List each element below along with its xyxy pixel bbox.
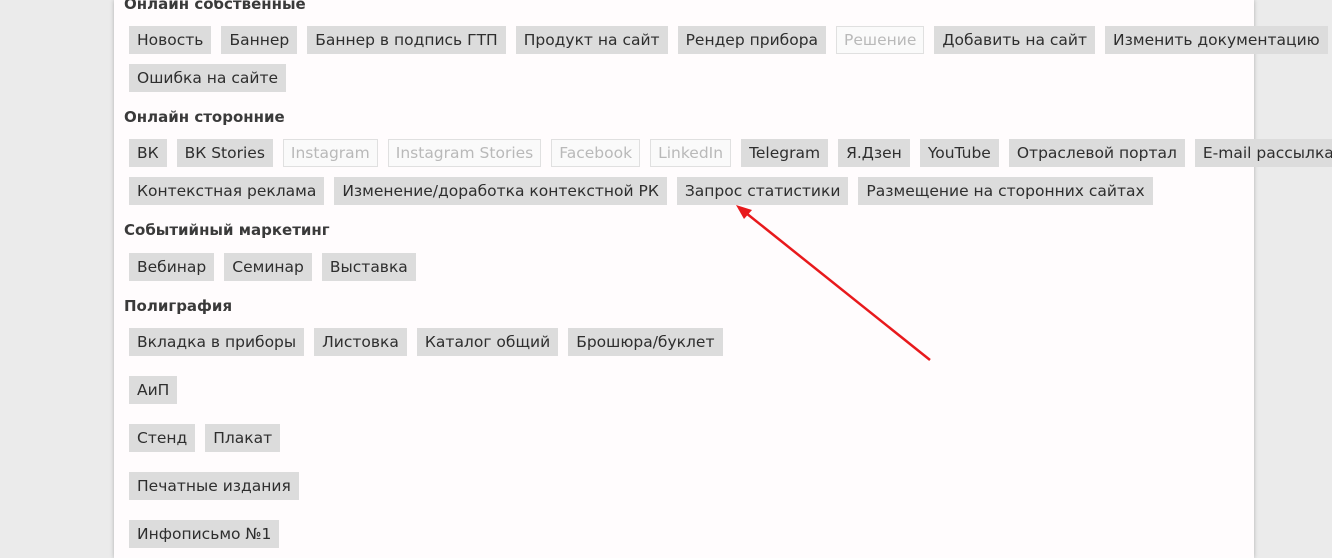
section-title-online-external: Онлайн сторонние: [124, 108, 285, 126]
tag-instagram[interactable]: Instagram: [282, 139, 378, 167]
tag-stats-request[interactable]: Запрос статистики: [676, 177, 849, 205]
tag-row: Вебинар Семинар Выставка: [129, 253, 426, 281]
tag-email[interactable]: E-mail рассылка: [1194, 139, 1332, 167]
tag-row: ВК ВК Stories Instagram Instagram Stories Fa…: [129, 139, 1332, 167]
section-title-event-marketing: Событийный маркетинг: [124, 221, 330, 239]
tag-aip[interactable]: АиП: [129, 376, 178, 404]
tag-row: АиП: [129, 376, 187, 404]
tag-row: Инфописьмо №1: [129, 520, 289, 548]
tag-facebook[interactable]: Facebook: [551, 139, 641, 167]
tag-row: Стенд Плакат: [129, 424, 290, 452]
tag-catalog[interactable]: Каталог общий: [416, 328, 559, 356]
tag-product-site[interactable]: Продукт на сайт: [515, 26, 668, 54]
tag-instagram-stories[interactable]: Instagram Stories: [387, 139, 542, 167]
tag-telegram[interactable]: Telegram: [741, 139, 829, 167]
tag-industry-portal[interactable]: Отраслевой портал: [1008, 139, 1185, 167]
tag-webinar[interactable]: Вебинар: [129, 253, 215, 281]
tag-print-editions[interactable]: Печатные издания: [129, 472, 299, 500]
tag-row: Вкладка в приборы Листовка Каталог общий Бр…: [129, 328, 733, 356]
tag-add-site[interactable]: Добавить на сайт: [934, 26, 1096, 54]
tag-vk-stories[interactable]: ВК Stories: [176, 139, 273, 167]
tag-exhibition[interactable]: Выставка: [321, 253, 416, 281]
tag-external-sites[interactable]: Размещение на сторонних сайтах: [858, 177, 1153, 205]
tag-row: Печатные издания: [129, 472, 309, 500]
tag-reshenie[interactable]: Решение: [836, 26, 925, 54]
tag-context-edit[interactable]: Изменение/доработка контекстной РК: [334, 177, 667, 205]
tag-insert[interactable]: Вкладка в приборы: [129, 328, 305, 356]
tag-stand[interactable]: Стенд: [129, 424, 196, 452]
tag-edit-docs[interactable]: Изменить документацию: [1105, 26, 1328, 54]
tag-poster[interactable]: Плакат: [205, 424, 281, 452]
section-title-printing: Полиграфия: [124, 297, 233, 315]
tag-row: Контекстная реклама Изменение/доработка к…: [129, 177, 1163, 205]
tag-site-error[interactable]: Ошибка на сайте: [129, 64, 287, 92]
tag-row: Новость Баннер Баннер в подпись ГТП Продукт…: [129, 26, 1332, 54]
tag-banner[interactable]: Баннер: [221, 26, 298, 54]
tag-vk[interactable]: ВК: [129, 139, 167, 167]
tag-infoletter[interactable]: Инфописьмо №1: [129, 520, 280, 548]
tag-leaflet[interactable]: Листовка: [314, 328, 407, 356]
tag-row: Ошибка на сайте: [129, 64, 296, 92]
tag-render[interactable]: Рендер прибора: [677, 26, 827, 54]
tag-novost[interactable]: Новость: [129, 26, 212, 54]
tag-linkedin[interactable]: LinkedIn: [650, 139, 732, 167]
tag-panel: Онлайн собственные Новость Баннер Баннер в…: [114, 0, 1332, 558]
tag-seminar[interactable]: Семинар: [224, 253, 312, 281]
section-title-online-own: Онлайн собственные: [124, 0, 306, 13]
tag-context-ads[interactable]: Контекстная реклама: [129, 177, 325, 205]
tag-banner-podpis[interactable]: Баннер в подпись ГТП: [307, 26, 506, 54]
tag-youtube[interactable]: YouTube: [919, 139, 999, 167]
tag-brochure[interactable]: Брошюра/буклет: [568, 328, 723, 356]
tag-yandex-zen[interactable]: Я.Дзен: [838, 139, 910, 167]
